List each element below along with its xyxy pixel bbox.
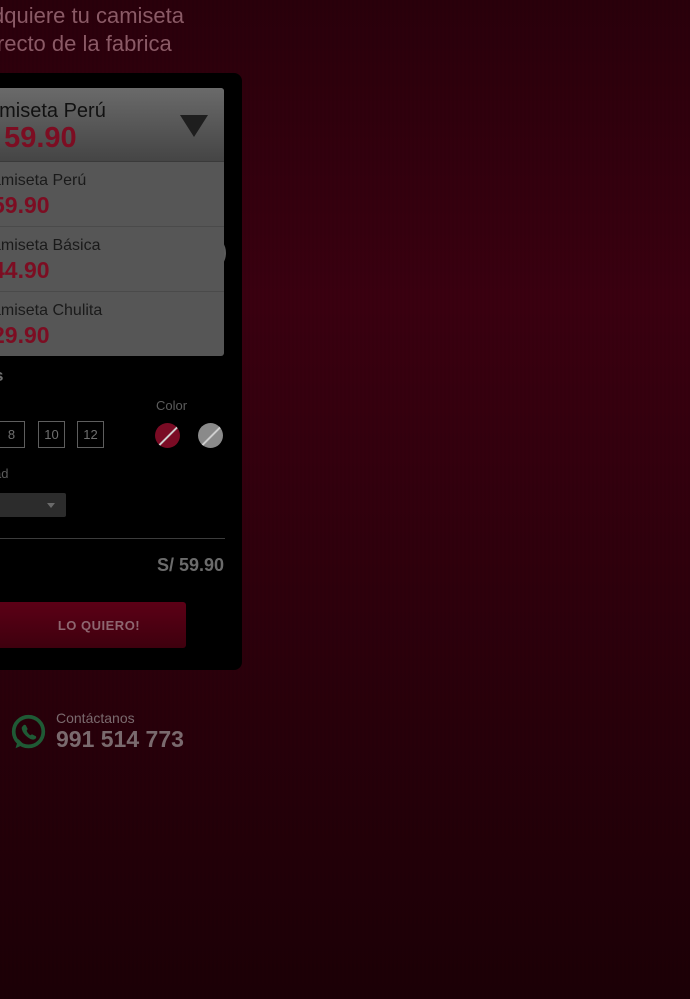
dropdown-selected[interactable]: amiseta Perú / 59.90 <box>0 88 224 162</box>
color-swatch-white[interactable] <box>198 423 223 448</box>
size-option-12[interactable]: 12 <box>77 421 104 448</box>
option-price: 59.90 <box>0 192 50 218</box>
option-name: amiseta Perú <box>0 172 87 189</box>
sizes-heading: s <box>0 366 3 386</box>
quantity-label: ad <box>0 466 9 481</box>
selected-product-name: amiseta Perú <box>0 100 106 122</box>
option-name: amiseta Básica <box>0 237 101 254</box>
color-swatch-red[interactable] <box>155 423 180 448</box>
tagline-line-1: dquiere tu camiseta <box>0 3 184 28</box>
size-option-8[interactable]: 8 <box>0 421 25 448</box>
tagline-line-2: irecto de la fabrica <box>0 31 172 56</box>
option-price: 44.90 <box>0 257 50 283</box>
quantity-select[interactable] <box>0 493 66 517</box>
dropdown-option[interactable]: amiseta Básica 44.90 <box>0 226 224 291</box>
color-label: Color <box>156 398 188 413</box>
whatsapp-icon[interactable] <box>10 714 47 751</box>
option-price: 29.90 <box>0 322 50 348</box>
option-name: amiseta Chulita <box>0 302 103 319</box>
product-dropdown[interactable]: amiseta Perú / 59.90 amiseta Perú 59.90 … <box>0 88 224 356</box>
selected-product-price: / 59.90 <box>0 122 77 154</box>
contact-phone[interactable]: 991 514 773 <box>56 726 184 753</box>
dropdown-option[interactable]: amiseta Perú 59.90 <box>0 162 224 226</box>
buy-button[interactable]: LO QUIERO! <box>0 602 186 648</box>
triangle-down-icon[interactable] <box>180 115 208 137</box>
divider <box>0 538 225 539</box>
contact-label: Contáctanos <box>56 710 135 726</box>
dropdown-option[interactable]: amiseta Chulita 29.90 <box>0 291 224 356</box>
caret-down-icon <box>47 503 55 508</box>
total-value: S/ 59.90 <box>156 555 224 575</box>
page-tagline: dquiere tu camiseta irecto de la fabrica <box>0 2 184 58</box>
size-option-10[interactable]: 10 <box>38 421 65 448</box>
